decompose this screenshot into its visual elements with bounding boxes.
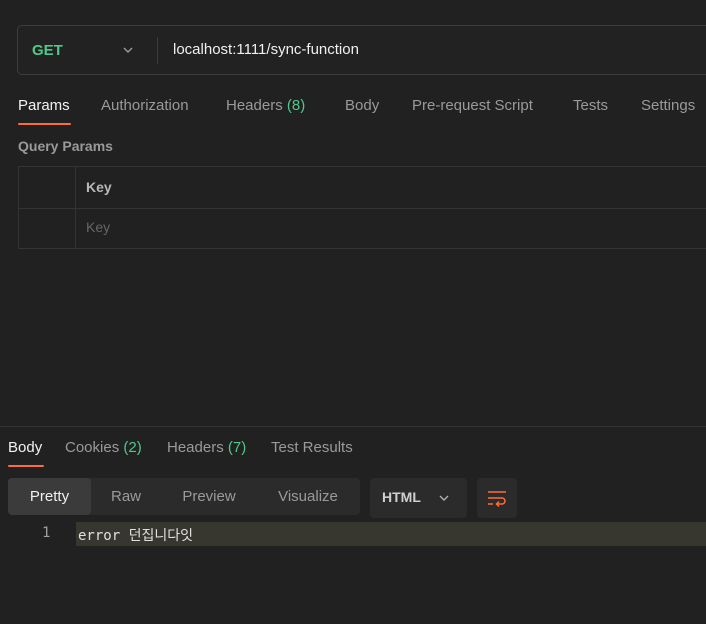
tab-label: Headers xyxy=(226,97,283,114)
format-select[interactable]: HTML xyxy=(370,478,467,518)
tab-label: Pre-request Script xyxy=(412,97,533,114)
url-input[interactable]: localhost:1111/sync-function xyxy=(173,26,359,74)
tab-label: Body xyxy=(345,97,380,114)
raw-button[interactable]: Raw xyxy=(93,478,159,515)
tab-label: Cookies xyxy=(65,439,120,456)
tab-label: Settings xyxy=(641,97,696,114)
tab-count: (2) xyxy=(123,439,142,456)
tab-settings[interactable]: Settings xyxy=(641,97,695,114)
tab-label: Tests xyxy=(573,97,609,114)
tab-response-headers[interactable]: Headers (7) xyxy=(167,439,246,456)
method-label: GET xyxy=(32,41,63,59)
key-input[interactable]: Key xyxy=(86,219,110,235)
tab-count: (7) xyxy=(227,439,247,456)
response-divider[interactable] xyxy=(0,426,706,427)
tab-label: Authorization xyxy=(101,97,189,114)
query-params-table: Key Key xyxy=(18,166,706,249)
wrap-lines-icon xyxy=(488,491,506,507)
query-params-title: Query Params xyxy=(18,138,113,154)
visualize-button[interactable]: Visualize xyxy=(258,478,358,515)
preview-button[interactable]: Preview xyxy=(165,478,253,515)
tab-params[interactable]: Params xyxy=(18,97,70,114)
method-select[interactable]: GET xyxy=(18,26,158,74)
key-column-header: Key xyxy=(86,179,112,195)
table-divider xyxy=(19,208,706,209)
tab-body[interactable]: Body xyxy=(345,97,379,114)
tab-tests[interactable]: Tests xyxy=(573,97,608,114)
tab-authorization[interactable]: Authorization xyxy=(101,97,189,114)
line-number: 1 xyxy=(42,525,51,541)
tab-cookies[interactable]: Cookies (2) xyxy=(65,439,142,456)
response-body-text[interactable]: error 던집니다잇 xyxy=(78,525,193,545)
tab-pre-request-script[interactable]: Pre-request Script xyxy=(412,97,533,114)
tab-label: Params xyxy=(18,97,70,114)
tab-label: Body xyxy=(8,439,43,456)
format-label: HTML xyxy=(382,489,421,505)
chevron-down-icon xyxy=(439,495,449,501)
tab-count: (8) xyxy=(286,97,306,114)
tab-response-body[interactable]: Body xyxy=(8,439,42,456)
wrap-lines-button[interactable] xyxy=(477,478,517,518)
active-tab-indicator xyxy=(8,465,44,467)
chevron-down-icon xyxy=(123,47,133,53)
active-tab-indicator xyxy=(18,123,71,125)
pretty-button[interactable]: Pretty xyxy=(8,478,91,515)
view-mode-group: Pretty Raw Preview Visualize xyxy=(8,478,360,515)
tab-headers[interactable]: Headers (8) xyxy=(226,97,305,114)
url-divider xyxy=(157,37,158,64)
tab-test-results[interactable]: Test Results xyxy=(271,439,353,456)
tab-label: Headers xyxy=(167,439,224,456)
request-url-bar: GET localhost:1111/sync-function xyxy=(17,25,706,75)
tab-label: Test Results xyxy=(271,439,353,456)
